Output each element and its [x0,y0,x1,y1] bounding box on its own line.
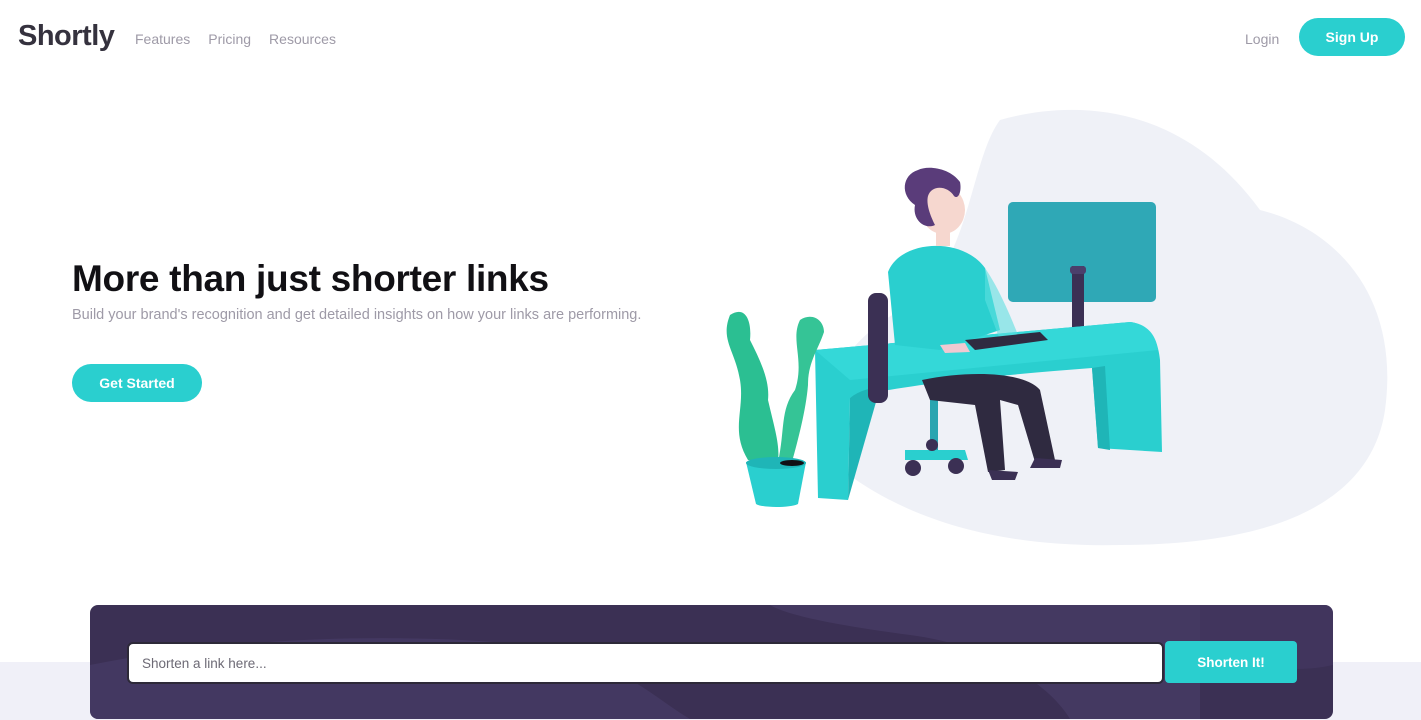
login-link[interactable]: Login [1245,31,1279,47]
main-nav: Features Pricing Resources [135,31,336,47]
shorten-card: Shorten It! [90,605,1333,719]
get-started-button[interactable]: Get Started [72,364,202,402]
person-working-illustration [726,109,1388,546]
shorten-it-button[interactable]: Shorten It! [1165,641,1297,683]
logo[interactable]: Shortly [18,20,115,53]
shorten-link-input[interactable] [127,642,1164,684]
nav-features[interactable]: Features [135,31,190,47]
hero-subtitle: Build your brand's recognition and get d… [72,307,642,323]
hero-title: More than just shorter links [72,258,549,299]
sign-up-button[interactable]: Sign Up [1299,18,1405,56]
nav-pricing[interactable]: Pricing [208,31,251,47]
nav-resources[interactable]: Resources [269,31,336,47]
